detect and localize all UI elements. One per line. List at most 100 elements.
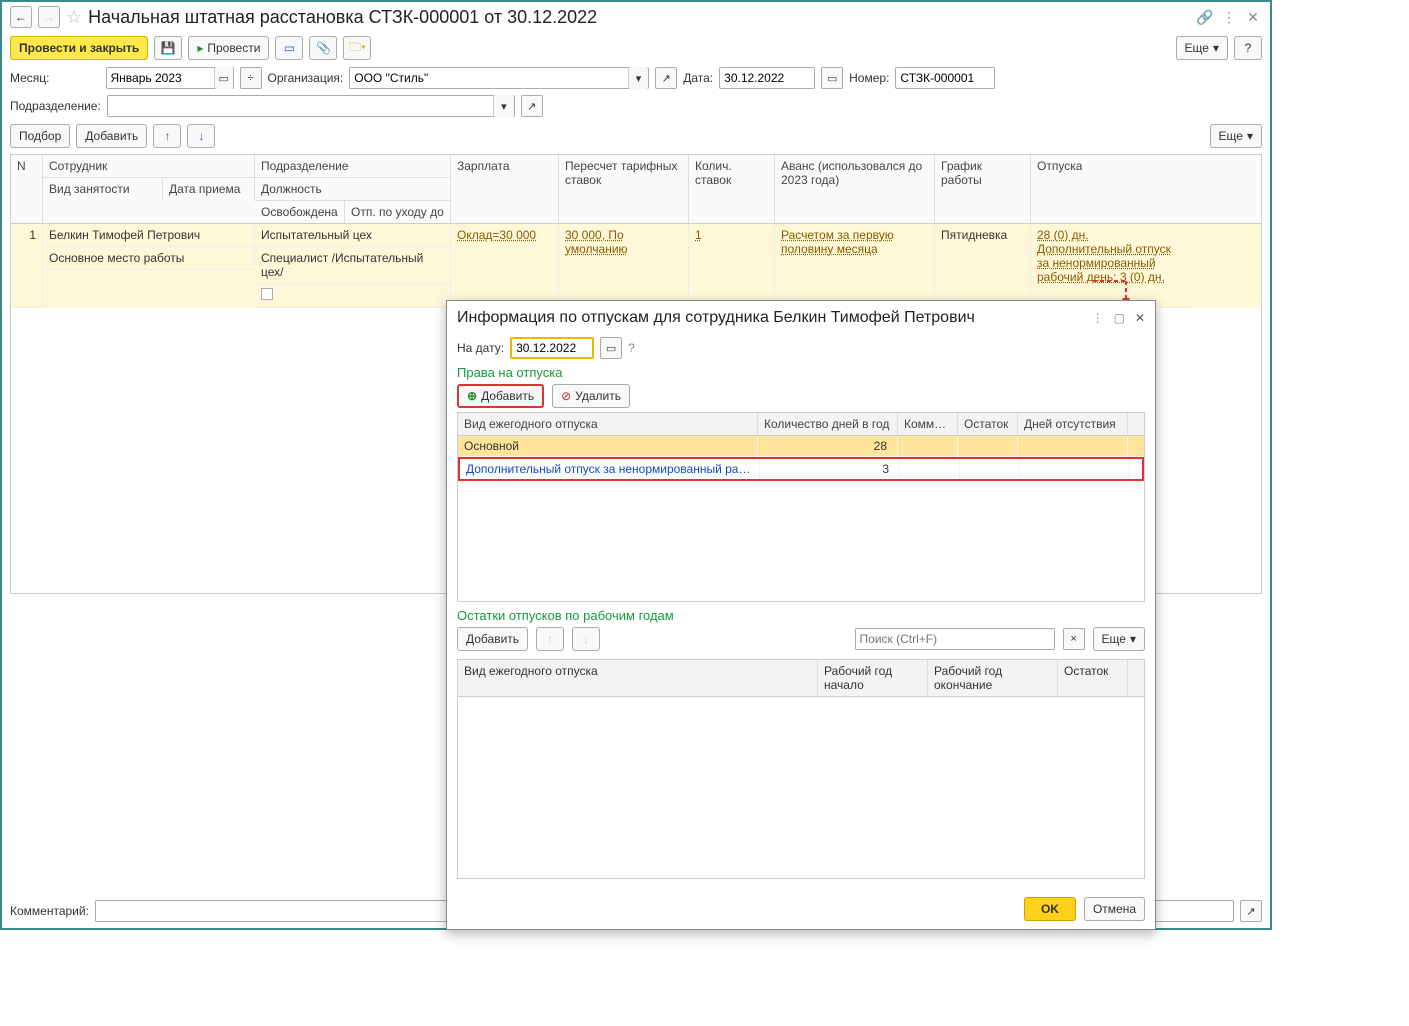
- org-open-button[interactable]: ↗: [655, 67, 677, 89]
- col-comment: Комме…: [898, 413, 958, 435]
- popup-date-input[interactable]: [512, 341, 592, 355]
- save-button[interactable]: 💾: [154, 36, 182, 60]
- search-field[interactable]: [855, 628, 1055, 650]
- chevron-down-icon[interactable]: ▾: [628, 67, 649, 89]
- col-leave-until: Отп. по уходу до: [345, 201, 451, 223]
- grid-more-button[interactable]: Еще ▾: [1210, 124, 1262, 148]
- col-advance: Аванс (использовался до 2023 года): [775, 155, 935, 223]
- cell-position: Специалист /Испытательный цех/: [255, 247, 451, 284]
- popup-calendar-icon[interactable]: ▭: [600, 337, 622, 359]
- menu-icon[interactable]: ⋮: [1220, 8, 1238, 26]
- close-icon[interactable]: ✕: [1244, 8, 1262, 26]
- dept-field[interactable]: ▾: [107, 95, 515, 117]
- cell-salary[interactable]: Оклад=30 000: [457, 228, 536, 242]
- org-field[interactable]: ▾: [349, 67, 649, 89]
- post-and-close-button[interactable]: Провести и закрыть: [10, 36, 148, 60]
- cell-advance[interactable]: Расчетом за первую половину месяца: [781, 228, 894, 256]
- maximize-icon[interactable]: ▢: [1114, 311, 1125, 325]
- cell-schedule: Пятидневка: [935, 224, 1031, 308]
- date-field[interactable]: [719, 67, 815, 89]
- month-field[interactable]: ▭: [106, 67, 234, 89]
- popup-date-field[interactable]: [510, 337, 594, 359]
- table-row[interactable]: 1 Белкин Тимофей Петрович Основное место…: [11, 224, 1261, 308]
- date-input[interactable]: [720, 71, 814, 85]
- delete-icon: ⊘: [561, 389, 571, 403]
- col2-balance: Остаток: [1058, 660, 1128, 696]
- clear-search-button[interactable]: ×: [1063, 628, 1085, 650]
- search-input[interactable]: [856, 632, 1054, 646]
- main-window: ← → ☆ Начальная штатная расстановка СТЗК…: [0, 0, 1272, 930]
- dialog-title: Информация по отпускам для сотрудника Бе…: [457, 309, 1092, 327]
- popup-delete-button[interactable]: ⊘ Удалить: [552, 384, 630, 408]
- report-button[interactable]: ▭: [275, 36, 303, 60]
- cancel-button[interactable]: Отмена: [1084, 897, 1145, 921]
- help-button[interactable]: ?: [1234, 36, 1262, 60]
- month-input[interactable]: [107, 71, 214, 85]
- select-button[interactable]: Подбор: [10, 124, 70, 148]
- cell-recalc[interactable]: 30 000, По умолчанию: [565, 228, 628, 256]
- date-calendar-icon[interactable]: ▭: [821, 67, 843, 89]
- col-days: Количество дней в год: [758, 413, 898, 435]
- col-n: N: [11, 155, 43, 223]
- dept-label: Подразделение:: [10, 99, 101, 113]
- attach-button[interactable]: 📎: [309, 36, 337, 60]
- dept-open-button[interactable]: ↗: [521, 95, 543, 117]
- cell-n: 1: [11, 224, 43, 308]
- folder-button[interactable]: 🗀▾: [343, 36, 371, 60]
- more-button[interactable]: Еще ▾: [1176, 36, 1228, 60]
- col2-end: Рабочий год окончание: [928, 660, 1058, 696]
- col-absence: Дней отсутствия: [1018, 413, 1128, 435]
- number-input[interactable]: [896, 71, 994, 85]
- back-button[interactable]: ←: [10, 6, 32, 28]
- forward-button[interactable]: →: [38, 6, 60, 28]
- rights-row[interactable]: Дополнительный отпуск за ненормированный…: [458, 457, 1144, 481]
- popup-date-label: На дату:: [457, 341, 504, 355]
- user-open-button[interactable]: ↗: [1240, 900, 1262, 922]
- col-balance: Остаток: [958, 413, 1018, 435]
- move-up-button[interactable]: ↑: [153, 124, 181, 148]
- org-input[interactable]: [350, 71, 627, 85]
- month-spinner[interactable]: ÷: [240, 67, 262, 89]
- hint-icon[interactable]: ?: [628, 341, 635, 355]
- number-label: Номер:: [849, 71, 889, 85]
- date-label: Дата:: [683, 71, 713, 85]
- calendar-icon[interactable]: ▭: [214, 67, 233, 89]
- favorite-icon[interactable]: ☆: [66, 7, 82, 28]
- col-dept: Подразделение: [255, 155, 451, 178]
- move-down-button[interactable]: ↓: [187, 124, 215, 148]
- post-button[interactable]: ▸Провести: [188, 36, 269, 60]
- col-hire-date: Дата приема: [163, 178, 255, 200]
- col-vacation: Отпуска: [1031, 155, 1191, 223]
- rights-table[interactable]: Вид ежегодного отпуска Количество дней в…: [457, 412, 1145, 602]
- cell-emp-type: Основное место работы: [43, 247, 255, 270]
- move-down-button[interactable]: ↓: [572, 627, 600, 651]
- col-emp-type: Вид занятости: [43, 178, 163, 200]
- col-released: Освобождена: [255, 201, 345, 223]
- ok-button[interactable]: OK: [1024, 897, 1076, 921]
- number-field[interactable]: [895, 67, 995, 89]
- add-button[interactable]: Добавить: [76, 124, 147, 148]
- cell-count[interactable]: 1: [695, 228, 702, 242]
- col-salary: Зарплата: [451, 155, 559, 223]
- popup-add2-button[interactable]: Добавить: [457, 627, 528, 651]
- released-checkbox[interactable]: [261, 288, 273, 300]
- balances-table[interactable]: Вид ежегодного отпуска Рабочий год начал…: [457, 659, 1145, 879]
- dialog-body: На дату: ▭ ? Права на отпуска ⊕ Добавить…: [447, 331, 1155, 889]
- close-icon[interactable]: ✕: [1135, 311, 1145, 325]
- org-label: Организация:: [268, 71, 344, 85]
- popup-add-button[interactable]: ⊕ Добавить: [457, 384, 544, 408]
- titlebar: ← → ☆ Начальная штатная расстановка СТЗК…: [2, 2, 1270, 32]
- dialog-titlebar: Информация по отпускам для сотрудника Бе…: [447, 301, 1155, 331]
- cell-vacation[interactable]: 28 (0) дн. Дополнительный отпуск за нено…: [1037, 228, 1171, 284]
- plus-icon: ⊕: [467, 389, 477, 403]
- popup-more-button[interactable]: Еще ▾: [1093, 627, 1145, 651]
- rights-row[interactable]: Основной 28: [458, 436, 1144, 457]
- col-schedule: График работы: [935, 155, 1031, 223]
- vacation-info-dialog: Информация по отпускам для сотрудника Бе…: [446, 300, 1156, 930]
- link-icon[interactable]: 🔗: [1196, 8, 1214, 26]
- chevron-down-icon[interactable]: ▾: [493, 95, 514, 117]
- dialog-menu-icon[interactable]: ⋮: [1092, 311, 1104, 325]
- rights-header: Права на отпуска: [457, 365, 1145, 380]
- move-up-button[interactable]: ↑: [536, 627, 564, 651]
- dept-input[interactable]: [108, 99, 493, 113]
